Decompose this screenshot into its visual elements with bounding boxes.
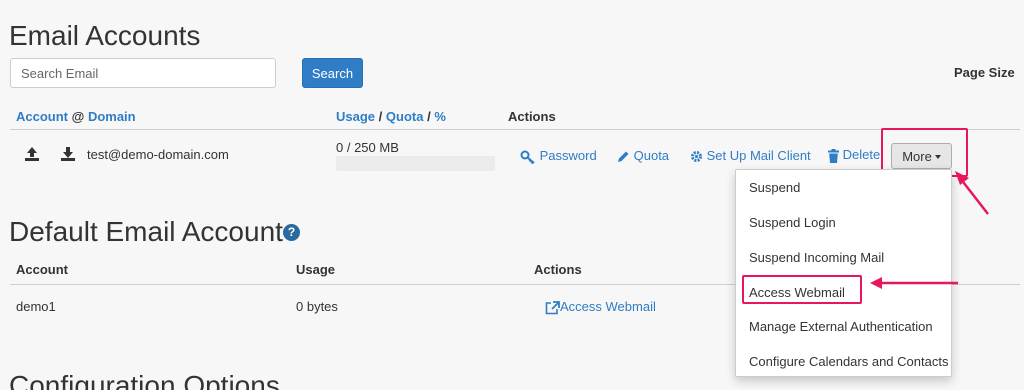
arrow-to-access-webmail — [870, 277, 958, 289]
arrow-to-more-button — [955, 171, 989, 215]
annotation-arrows — [870, 171, 989, 289]
